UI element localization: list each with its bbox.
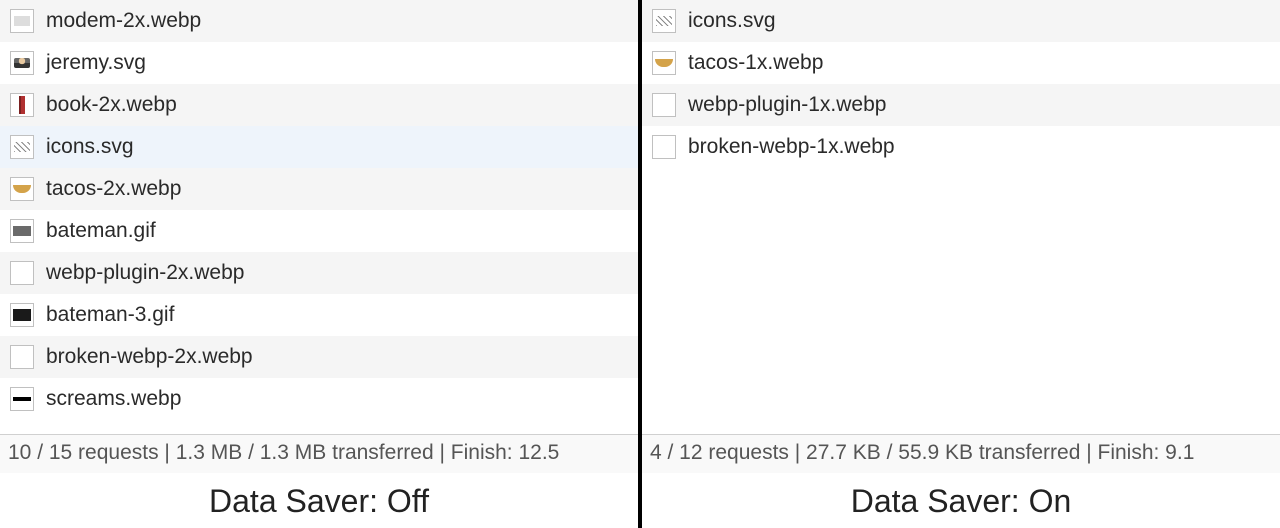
file-name: broken-webp-1x.webp <box>688 135 895 159</box>
network-request-row[interactable]: book-2x.webp <box>0 84 638 126</box>
file-name: jeremy.svg <box>46 51 146 75</box>
file-name: screams.webp <box>46 387 181 411</box>
file-thumbnail-icon <box>652 135 676 159</box>
file-thumbnail-icon <box>10 9 34 33</box>
status-bar-left: 10 / 15 requests | 1.3 MB / 1.3 MB trans… <box>0 434 638 473</box>
network-rows-right: icons.svg tacos-1x.webp webp-plugin-1x.web… <box>642 0 1280 168</box>
file-thumbnail-icon <box>10 135 34 159</box>
file-name: bateman.gif <box>46 219 156 243</box>
caption-right: Data Saver: On <box>642 473 1280 528</box>
panel-data-saver-off: modem-2x.webp jeremy.svg book-2x.webp icons… <box>0 0 642 528</box>
network-request-row[interactable]: webp-plugin-2x.webp <box>0 252 638 294</box>
file-name: webp-plugin-1x.webp <box>688 93 886 117</box>
spacer <box>642 168 1280 434</box>
file-thumbnail-icon <box>10 387 34 411</box>
network-request-row[interactable]: jeremy.svg <box>0 42 638 84</box>
spacer <box>0 420 638 434</box>
file-name: bateman-3.gif <box>46 303 174 327</box>
file-name: broken-webp-2x.webp <box>46 345 253 369</box>
panel-data-saver-on: icons.svg tacos-1x.webp webp-plugin-1x.web… <box>642 0 1280 528</box>
file-thumbnail-icon <box>10 303 34 327</box>
caption-left: Data Saver: Off <box>0 473 638 528</box>
file-thumbnail-icon <box>10 177 34 201</box>
file-thumbnail-icon <box>10 219 34 243</box>
file-thumbnail-icon <box>10 93 34 117</box>
file-thumbnail-icon <box>10 51 34 75</box>
network-request-row[interactable]: broken-webp-2x.webp <box>0 336 638 378</box>
file-name: icons.svg <box>688 9 776 33</box>
network-request-row[interactable]: screams.webp <box>0 378 638 420</box>
network-rows-left: modem-2x.webp jeremy.svg book-2x.webp icons… <box>0 0 638 420</box>
file-thumbnail-icon <box>652 51 676 75</box>
file-thumbnail-icon <box>10 261 34 285</box>
network-request-row[interactable]: tacos-1x.webp <box>642 42 1280 84</box>
file-thumbnail-icon <box>652 9 676 33</box>
network-request-row[interactable]: bateman-3.gif <box>0 294 638 336</box>
file-name: modem-2x.webp <box>46 9 201 33</box>
network-request-row[interactable]: bateman.gif <box>0 210 638 252</box>
file-name: tacos-1x.webp <box>688 51 823 75</box>
network-request-row[interactable]: broken-webp-1x.webp <box>642 126 1280 168</box>
network-request-row[interactable]: icons.svg <box>642 0 1280 42</box>
network-request-row[interactable]: webp-plugin-1x.webp <box>642 84 1280 126</box>
status-bar-right: 4 / 12 requests | 27.7 KB / 55.9 KB tran… <box>642 434 1280 473</box>
network-request-row[interactable]: tacos-2x.webp <box>0 168 638 210</box>
file-thumbnail-icon <box>10 345 34 369</box>
network-request-row[interactable]: modem-2x.webp <box>0 0 638 42</box>
comparison-container: modem-2x.webp jeremy.svg book-2x.webp icons… <box>0 0 1280 528</box>
file-thumbnail-icon <box>652 93 676 117</box>
file-name: icons.svg <box>46 135 134 159</box>
file-name: webp-plugin-2x.webp <box>46 261 244 285</box>
file-name: book-2x.webp <box>46 93 177 117</box>
network-request-row[interactable]: icons.svg <box>0 126 638 168</box>
file-name: tacos-2x.webp <box>46 177 181 201</box>
